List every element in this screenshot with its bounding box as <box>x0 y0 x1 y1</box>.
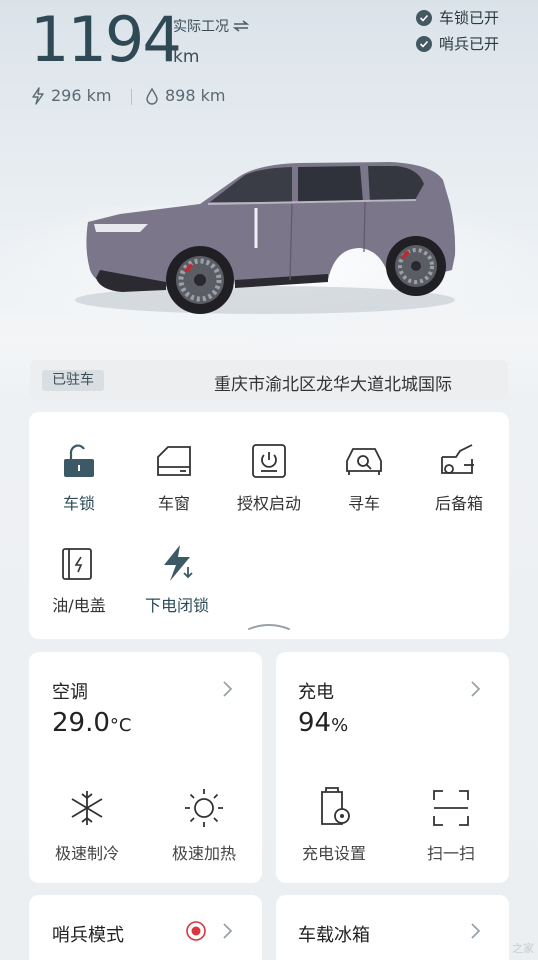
sentry-mode-card[interactable]: 哨兵模式 <box>29 895 262 960</box>
control-power-off-lock[interactable]: 下电闭锁 <box>129 542 225 616</box>
quick-heat-label: 极速加热 <box>171 844 236 863</box>
car-fridge-card[interactable]: 车载冰箱 <box>276 895 509 960</box>
collapse-handle-icon[interactable] <box>247 620 291 632</box>
charging-card[interactable]: 充电 94% 充电设置 扫一扫 <box>276 652 509 883</box>
find-car-icon <box>346 448 382 475</box>
sentry-mode-title: 哨兵模式 <box>52 925 124 946</box>
control-authorize-start-label: 授权启动 <box>236 494 301 513</box>
parked-address[interactable]: 重庆市渝北区龙华大道北城国际 <box>214 370 504 395</box>
check-icon <box>416 9 432 26</box>
scan-icon <box>433 790 469 826</box>
control-authorize-start[interactable]: 授权启动 <box>221 440 317 514</box>
check-icon <box>416 35 432 52</box>
car-image[interactable] <box>60 140 480 340</box>
charger-settings-icon <box>321 787 350 825</box>
control-lock-label: 车锁 <box>62 494 95 513</box>
chevron-right-icon <box>223 681 233 697</box>
control-find-car[interactable]: 寻车 <box>316 440 412 514</box>
unlock-icon <box>64 444 94 477</box>
status-sentry: 哨兵已开 <box>416 33 499 54</box>
control-trunk-label: 后备箱 <box>434 494 483 513</box>
control-power-off-lock-label: 下电闭锁 <box>144 596 209 615</box>
range-divider <box>131 89 132 105</box>
swap-icon <box>233 20 249 32</box>
charging-title: 充电 <box>298 682 334 703</box>
car-window-icon <box>157 446 191 476</box>
fuel-range-value: 898 km <box>165 86 226 105</box>
control-window[interactable]: 车窗 <box>126 440 222 514</box>
status-sentry-label: 哨兵已开 <box>439 35 500 53</box>
status-lock-label: 车锁已开 <box>439 9 500 27</box>
chevron-right-icon <box>471 681 481 697</box>
charging-percent-unit: % <box>331 715 349 736</box>
climate-temp-value: 29.0 <box>52 708 110 738</box>
charging-settings-label: 充电设置 <box>301 844 366 863</box>
chevron-right-icon <box>471 923 481 939</box>
sun-icon <box>185 789 223 827</box>
range-value: 1194 <box>30 3 182 76</box>
trunk-icon <box>441 444 474 474</box>
climate-card[interactable]: 空调 29.0°C 极速制冷 极速加热 <box>29 652 262 883</box>
status-lock: 车锁已开 <box>416 7 499 28</box>
climate-title: 空调 <box>52 682 88 703</box>
scan-button[interactable]: 扫一扫 <box>393 786 509 864</box>
vehicle-controls-card: 车锁 车窗 授权启动 寻车 后备箱 油/电盖 下电闭锁 <box>29 412 509 639</box>
power-start-icon <box>252 444 286 478</box>
control-trunk[interactable]: 后备箱 <box>411 440 507 514</box>
control-find-car-label: 寻车 <box>347 494 380 513</box>
electric-range: 296 km <box>31 86 111 105</box>
range-unit: km <box>173 47 200 67</box>
power-off-lock-icon <box>164 545 193 581</box>
chevron-right-icon <box>223 923 233 939</box>
fuel-charge-cap-icon <box>62 548 92 580</box>
range-mode-label: 实际工况 <box>173 19 229 35</box>
snowflake-icon <box>71 791 103 825</box>
scan-label: 扫一扫 <box>426 844 475 863</box>
control-fuel-charge-cap[interactable]: 油/电盖 <box>31 542 127 616</box>
charging-percent: 94% <box>298 708 348 738</box>
quick-cool-button[interactable]: 极速制冷 <box>29 786 145 864</box>
quick-cool-label: 极速制冷 <box>54 844 119 863</box>
fuel-drop-icon <box>146 87 158 105</box>
control-window-label: 车窗 <box>157 494 190 513</box>
control-fuel-charge-cap-label: 油/电盖 <box>52 596 106 615</box>
electric-range-value: 296 km <box>51 86 112 105</box>
charging-settings-button[interactable]: 充电设置 <box>276 786 392 864</box>
quick-heat-button[interactable]: 极速加热 <box>146 786 262 864</box>
parked-tag: 已驻车 <box>42 370 104 391</box>
lightning-icon <box>32 86 44 105</box>
range-mode-toggle[interactable]: 实际工况 <box>173 16 249 36</box>
car-fridge-title: 车载冰箱 <box>298 925 370 946</box>
control-lock[interactable]: 车锁 <box>31 440 127 514</box>
climate-temp-unit: °C <box>109 715 132 736</box>
fuel-range: 898 km <box>145 86 225 105</box>
climate-temp: 29.0°C <box>52 708 131 738</box>
watermark: 之家 <box>512 942 534 955</box>
record-icon <box>186 921 206 941</box>
charging-percent-value: 94 <box>298 708 332 738</box>
